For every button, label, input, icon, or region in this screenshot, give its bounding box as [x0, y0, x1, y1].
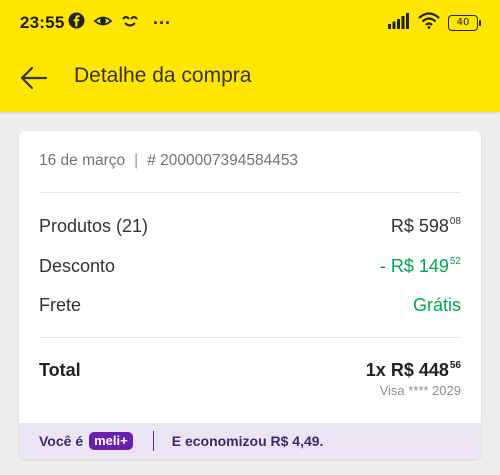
facebook-icon [68, 12, 85, 34]
signal-icon [388, 12, 410, 34]
discount-label: Desconto [39, 256, 116, 276]
total-value: 1x R$ 448 56 [366, 360, 461, 381]
meli-prefix: Você é [39, 433, 84, 449]
incognito-icon [93, 13, 113, 34]
face-icon [121, 13, 139, 34]
shipping-value: Grátis [412, 295, 461, 315]
discount-row: Desconto - R$ 149 52 [39, 256, 461, 277]
divider [39, 192, 461, 193]
status-bar: 23:55 ··· 40 [0, 0, 500, 46]
app-header: 23:55 ··· 40 Detalhe da compra [0, 0, 500, 112]
order-number: # 2000007394584453 [147, 152, 299, 169]
meli-separator [152, 431, 154, 451]
total-row: Total 1x R$ 448 56 [39, 360, 461, 381]
purchase-detail-card: 16 de março | # 2000007394584453 Produto… [19, 131, 481, 459]
meta-separator: | [134, 152, 139, 169]
products-cents: 08 [449, 216, 461, 227]
back-arrow-icon [20, 66, 48, 90]
back-button[interactable] [16, 60, 52, 96]
page-title: Detalhe da compra [74, 64, 252, 87]
meli-savings: E economizou R$ 4,49. [171, 433, 324, 449]
notification-icons: ··· [68, 12, 171, 34]
battery-icon: 40 [448, 15, 481, 31]
total-cents: 56 [449, 360, 461, 371]
shipping-row: Frete Grátis [39, 295, 461, 316]
payment-method: Visa **** 2029 [379, 383, 461, 398]
wifi-icon [418, 12, 440, 34]
meli-plus-badge: meli+ [89, 432, 133, 450]
total-amount: 1x R$ 448 [365, 360, 449, 380]
discount-amount: - R$ 149 [379, 256, 449, 276]
discount-value: - R$ 149 52 [380, 256, 461, 277]
divider [39, 337, 461, 338]
purchase-date: 16 de março [39, 152, 126, 169]
products-label: Produtos (21) [39, 216, 149, 236]
more-dots-icon: ··· [153, 13, 171, 33]
status-time: 23:55 [20, 13, 65, 32]
purchase-meta: 16 de março | # 2000007394584453 [39, 152, 298, 170]
products-amount: R$ 598 [390, 216, 449, 236]
products-row: Produtos (21) R$ 598 08 [39, 216, 461, 237]
total-label: Total [39, 360, 81, 380]
products-value: R$ 598 08 [391, 216, 461, 237]
nav-bar: Detalhe da compra [0, 52, 500, 102]
meli-plus-banner[interactable]: Você é meli+ E economizou R$ 4,49. [19, 423, 481, 459]
shipping-label: Frete [39, 295, 82, 315]
system-icons: 40 [388, 12, 481, 34]
discount-cents: 52 [449, 256, 461, 267]
